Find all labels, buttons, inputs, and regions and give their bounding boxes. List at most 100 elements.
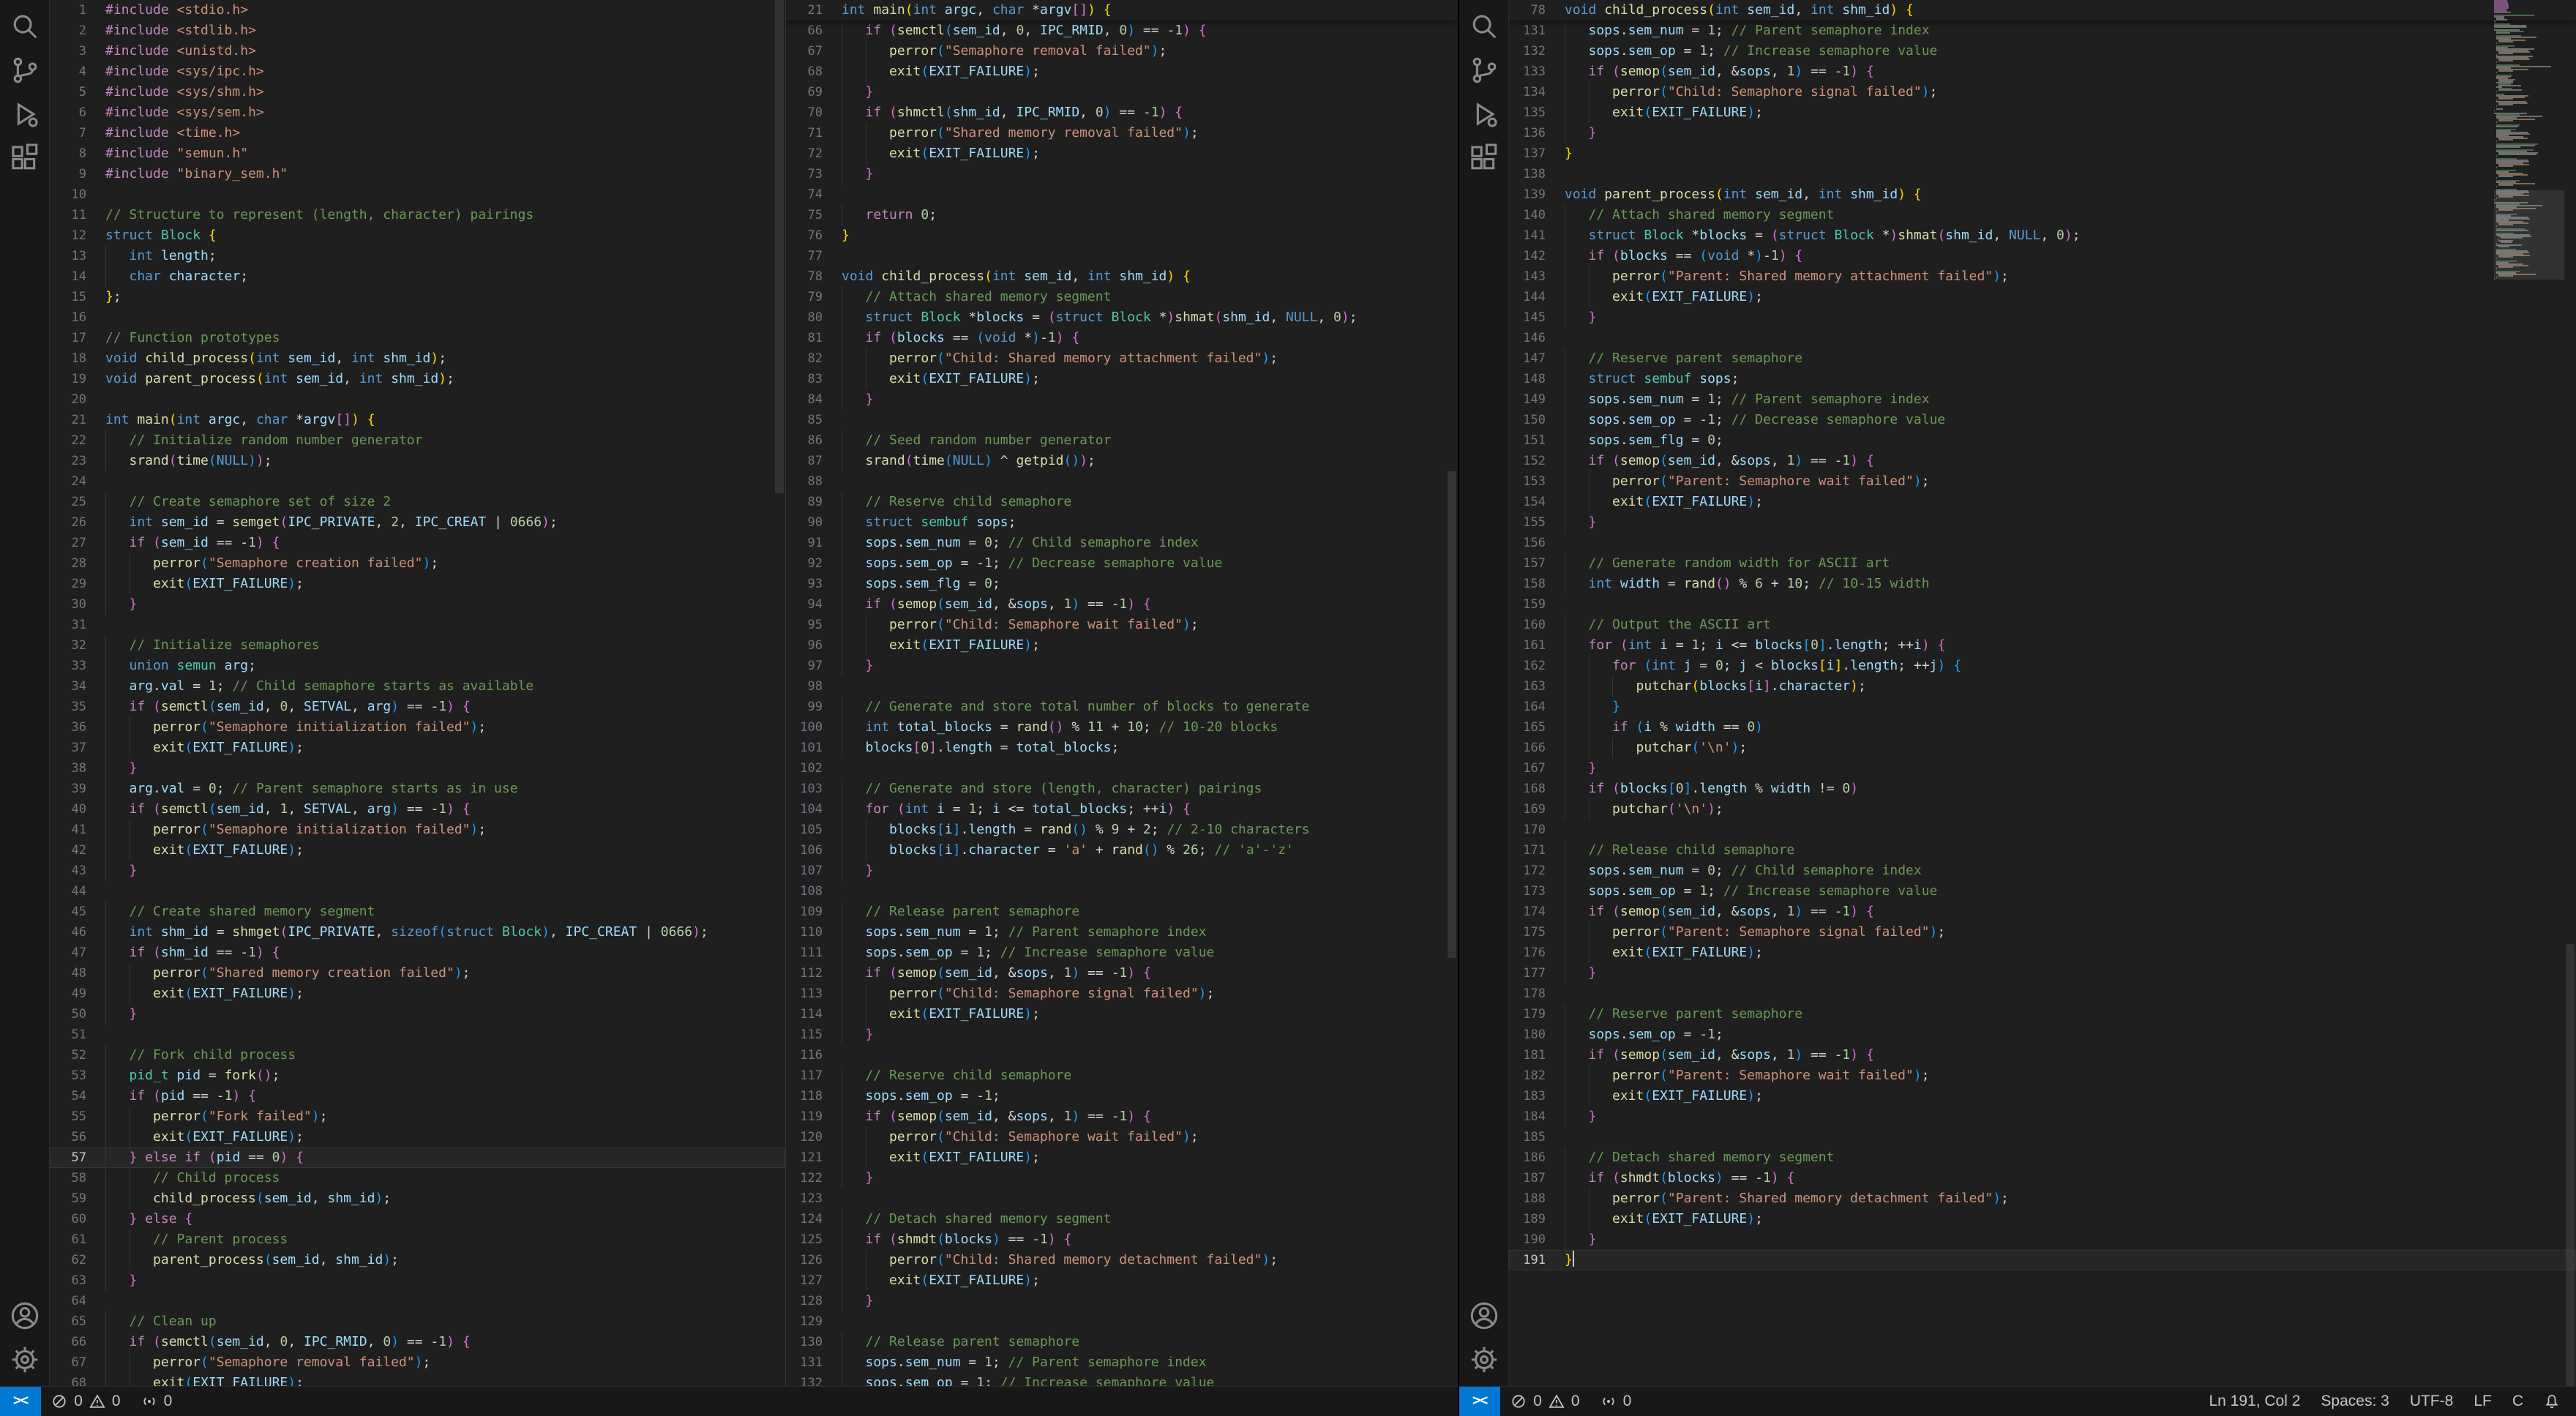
code-line[interactable]: 73 }: [786, 164, 1458, 184]
code-line[interactable]: 83 exit(EXIT_FAILURE);: [786, 369, 1458, 389]
code-line[interactable]: 42 exit(EXIT_FAILURE);: [50, 840, 785, 861]
code-line[interactable]: 123: [786, 1188, 1458, 1209]
code-line[interactable]: 121 exit(EXIT_FAILURE);: [786, 1147, 1458, 1168]
code-line[interactable]: 63 }: [50, 1270, 785, 1291]
code-line[interactable]: 166 putchar('\n');: [1509, 738, 2576, 758]
code-line[interactable]: 1#include <stdio.h>: [50, 0, 785, 20]
code-line[interactable]: 70 if (shmctl(shm_id, IPC_RMID, 0) == -1…: [786, 102, 1458, 123]
code-line[interactable]: 17// Function prototypes: [50, 328, 785, 348]
code-line[interactable]: 182 perror("Parent: Semaphore wait faile…: [1509, 1065, 2576, 1086]
code-line[interactable]: 43 }: [50, 861, 785, 881]
code-line[interactable]: 115 }: [786, 1024, 1458, 1045]
code-line[interactable]: 58 // Child process: [50, 1168, 785, 1188]
code-line[interactable]: 152 if (semop(sem_id, &sops, 1) == -1) {: [1509, 451, 2576, 471]
code-line[interactable]: 189 exit(EXIT_FAILURE);: [1509, 1209, 2576, 1229]
code-line[interactable]: 145 }: [1509, 307, 2576, 328]
code-line[interactable]: 62 parent_process(sem_id, shm_id);: [50, 1250, 785, 1270]
code-line[interactable]: 128 }: [786, 1291, 1458, 1311]
encoding-indicator[interactable]: UTF-8: [2400, 1387, 2464, 1416]
code-line[interactable]: 67 perror("Semaphore removal failed");: [786, 41, 1458, 61]
source-control-view-button[interactable]: [7, 53, 42, 88]
code-line[interactable]: 109 // Release parent semaphore: [786, 902, 1458, 922]
code-line[interactable]: 82 perror("Child: Shared memory attachme…: [786, 348, 1458, 369]
code-line[interactable]: 72 exit(EXIT_FAILURE);: [786, 143, 1458, 164]
code-line[interactable]: 8#include "semun.h": [50, 143, 785, 164]
code-line[interactable]: 146: [1509, 328, 2576, 348]
search-view-button[interactable]: [7, 9, 42, 44]
sticky-scroll-header[interactable]: 21int main(int argc, char *argv[]) {: [786, 0, 1458, 20]
code-line[interactable]: 131 sops.sem_num = 1; // Parent semaphor…: [1509, 20, 2576, 41]
code-line[interactable]: 169 putchar('\n');: [1509, 799, 2576, 820]
code-line[interactable]: 15};: [50, 287, 785, 307]
scrollbar-thumb[interactable]: [1448, 471, 1456, 958]
code-line[interactable]: 154 exit(EXIT_FAILURE);: [1509, 492, 2576, 512]
code-line[interactable]: 93 sops.sem_flg = 0;: [786, 574, 1458, 594]
accounts-button[interactable]: [7, 1298, 42, 1333]
code-line[interactable]: 26 int sem_id = semget(IPC_PRIVATE, 2, I…: [50, 512, 785, 533]
code-line[interactable]: 94 if (semop(sem_id, &sops, 1) == -1) {: [786, 594, 1458, 615]
code-line[interactable]: 105 blocks[i].length = rand() % 9 + 2; /…: [786, 820, 1458, 840]
scrollbar-thumb[interactable]: [775, 0, 784, 493]
code-line[interactable]: 74: [786, 184, 1458, 205]
code-line[interactable]: 161 for (int i = 1; i <= blocks[0].lengt…: [1509, 635, 2576, 656]
source-control-view-button[interactable]: [1467, 53, 1502, 88]
code-line[interactable]: 178: [1509, 984, 2576, 1004]
code-line[interactable]: 153 perror("Parent: Semaphore wait faile…: [1509, 471, 2576, 492]
code-line[interactable]: 190 }: [1509, 1229, 2576, 1250]
code-line[interactable]: 140 // Attach shared memory segment: [1509, 205, 2576, 225]
code-line[interactable]: 132 sops.sem_op = 1; // Increase semapho…: [1509, 41, 2576, 61]
code-line[interactable]: 133 if (semop(sem_id, &sops, 1) == -1) {: [1509, 61, 2576, 82]
code-line[interactable]: 44: [50, 881, 785, 902]
code-line[interactable]: 20: [50, 389, 785, 410]
minimap-slider[interactable]: [2494, 190, 2564, 280]
search-view-button[interactable]: [1467, 9, 1502, 44]
notifications-button[interactable]: [2534, 1387, 2570, 1416]
code-line[interactable]: 87 srand(time(NULL) ^ getpid());: [786, 451, 1458, 471]
code-line[interactable]: 159: [1509, 594, 2576, 615]
code-line[interactable]: 187 if (shmdt(blocks) == -1) {: [1509, 1168, 2576, 1188]
code-line[interactable]: 64: [50, 1291, 785, 1311]
code-line[interactable]: 36 perror("Semaphore initialization fail…: [50, 717, 785, 738]
code-line[interactable]: 66 if (semctl(sem_id, 0, IPC_RMID, 0) ==…: [50, 1332, 785, 1352]
code-line[interactable]: 180 sops.sem_op = -1;: [1509, 1024, 2576, 1045]
code-line[interactable]: 104 for (int i = 1; i <= total_blocks; +…: [786, 799, 1458, 820]
code-line[interactable]: 33 union semun arg;: [50, 656, 785, 676]
code-line[interactable]: 165 if (i % width == 0): [1509, 717, 2576, 738]
indent-indicator[interactable]: Spaces: 3: [2310, 1387, 2399, 1416]
code-line[interactable]: 163 putchar(blocks[i].character);: [1509, 676, 2576, 697]
code-line[interactable]: 112 if (semop(sem_id, &sops, 1) == -1) {: [786, 963, 1458, 984]
code-line[interactable]: 162 for (int j = 0; j < blocks[i].length…: [1509, 656, 2576, 676]
code-line[interactable]: 9#include "binary_sem.h": [50, 164, 785, 184]
extensions-view-button[interactable]: [1467, 141, 1502, 176]
code-area[interactable]: 131 sops.sem_num = 1; // Parent semaphor…: [1509, 20, 2576, 1270]
code-line[interactable]: 10: [50, 184, 785, 205]
code-line[interactable]: 46 int shm_id = shmget(IPC_PRIVATE, size…: [50, 922, 785, 943]
settings-gear-button[interactable]: [7, 1342, 42, 1377]
code-line[interactable]: 55 perror("Fork failed");: [50, 1106, 785, 1127]
code-line[interactable]: 88: [786, 471, 1458, 492]
code-line[interactable]: 167 }: [1509, 758, 2576, 779]
code-line[interactable]: 130 // Release parent semaphore: [786, 1332, 1458, 1352]
code-line[interactable]: 131 sops.sem_num = 1; // Parent semaphor…: [786, 1352, 1458, 1373]
code-line[interactable]: 118 sops.sem_op = -1;: [786, 1086, 1458, 1106]
code-line[interactable]: 27 if (sem_id == -1) {: [50, 533, 785, 553]
code-line[interactable]: 92 sops.sem_op = -1; // Decrease semapho…: [786, 553, 1458, 574]
eol-indicator[interactable]: LF: [2463, 1387, 2502, 1416]
settings-gear-button[interactable]: [1467, 1342, 1502, 1377]
code-line[interactable]: 30 }: [50, 594, 785, 615]
code-line[interactable]: 41 perror("Semaphore initialization fail…: [50, 820, 785, 840]
code-line[interactable]: 172 sops.sem_num = 0; // Child semaphore…: [1509, 861, 2576, 881]
code-area[interactable]: 1#include <stdio.h>2#include <stdlib.h>3…: [50, 0, 785, 1386]
code-line[interactable]: 155 }: [1509, 512, 2576, 533]
code-line[interactable]: 139void parent_process(int sem_id, int s…: [1509, 184, 2576, 205]
code-line[interactable]: 126 perror("Child: Shared memory detachm…: [786, 1250, 1458, 1270]
code-line[interactable]: 148 struct sembuf sops;: [1509, 369, 2576, 389]
code-line[interactable]: 14 char character;: [50, 266, 785, 287]
code-line[interactable]: 24: [50, 471, 785, 492]
run-debug-view-button[interactable]: [7, 97, 42, 132]
code-line[interactable]: 78void child_process(int sem_id, int shm…: [786, 266, 1458, 287]
code-line[interactable]: 52 // Fork child process: [50, 1045, 785, 1065]
code-line[interactable]: 80 struct Block *blocks = (struct Block …: [786, 307, 1458, 328]
code-line[interactable]: 177 }: [1509, 963, 2576, 984]
problems-indicator[interactable]: 0 0: [1500, 1387, 1590, 1416]
